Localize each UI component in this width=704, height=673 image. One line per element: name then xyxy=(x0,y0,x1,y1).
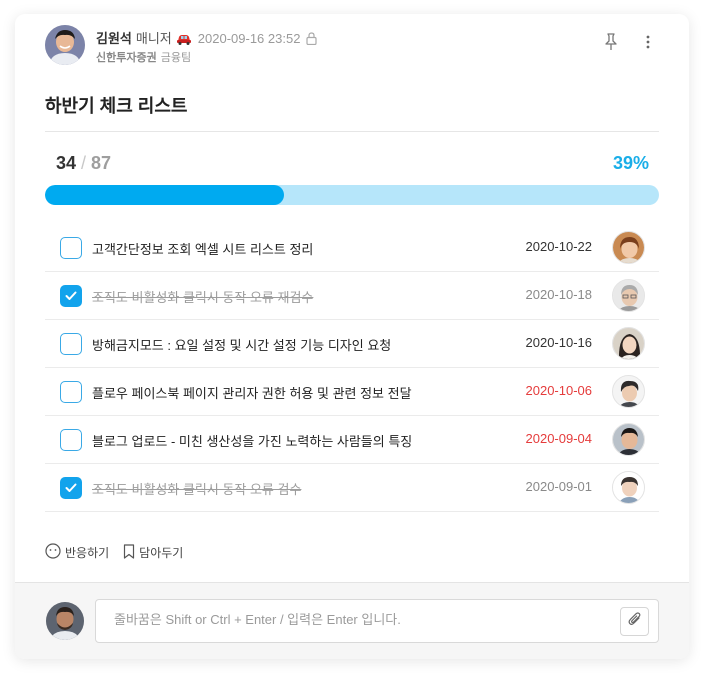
attach-button[interactable] xyxy=(620,607,649,636)
task-label[interactable]: 조직도 비활성화 클릭시 동작 오류 재검수 xyxy=(92,287,313,306)
task-date[interactable]: 2020-09-01 xyxy=(526,479,593,494)
assignee-avatar[interactable] xyxy=(612,375,645,408)
task-date[interactable]: 2020-10-18 xyxy=(526,287,593,302)
task-checkbox[interactable] xyxy=(60,429,82,451)
assignee-avatar[interactable] xyxy=(612,327,645,360)
task-date[interactable]: 2020-09-04 xyxy=(526,431,593,446)
task-item: 조직도 비활성화 클릭시 동작 오류 재검수 2020-10-18 xyxy=(45,272,659,320)
react-button[interactable]: 반응하기 xyxy=(45,543,109,562)
assignee-avatar[interactable] xyxy=(612,423,645,456)
divider xyxy=(45,131,659,132)
task-item: 고객간단정보 조회 엑셀 시트 리스트 정리 2020-10-22 xyxy=(45,224,659,272)
more-vertical-icon xyxy=(646,35,650,54)
task-label[interactable]: 방해금지모드 : 요일 설정 및 시간 설정 기능 디자인 요청 xyxy=(92,335,391,354)
task-label[interactable]: 블로그 업로드 - 미친 생산성을 가진 노력하는 사람들의 특징 xyxy=(92,431,412,450)
comment-box xyxy=(95,599,659,643)
company-line: 신한투자증권 금융팀 xyxy=(96,49,191,65)
post-actions: 반응하기 담아두기 xyxy=(45,543,183,562)
author-avatar[interactable] xyxy=(45,25,85,65)
progress-fill xyxy=(45,185,285,205)
car-icon xyxy=(176,33,192,48)
comment-input[interactable] xyxy=(114,612,594,627)
task-date[interactable]: 2020-10-06 xyxy=(526,383,593,398)
total-count: 87 xyxy=(91,153,112,173)
task-label[interactable]: 플로우 페이스북 페이지 관리자 권한 허용 및 관련 정보 전달 xyxy=(92,383,412,402)
paperclip-icon xyxy=(628,611,642,632)
task-item: 블로그 업로드 - 미친 생산성을 가진 노력하는 사람들의 특징 2020-0… xyxy=(45,416,659,464)
task-item: 조직도 비활성화 클릭시 동작 오류 검수 2020-09-01 xyxy=(45,464,659,512)
task-item: 방해금지모드 : 요일 설정 및 시간 설정 기능 디자인 요청 2020-10… xyxy=(45,320,659,368)
assignee-avatar[interactable] xyxy=(612,231,645,264)
task-checkbox[interactable] xyxy=(60,285,82,307)
bookmark-icon xyxy=(123,543,135,562)
post-header: 김원석 매니저 2020-09-16 23:52 신한투자증권 금융팀 xyxy=(45,25,661,67)
post-date: 2020-09-16 23:52 xyxy=(197,31,301,46)
react-label: 반응하기 xyxy=(65,546,110,560)
task-checkbox[interactable] xyxy=(60,333,82,355)
task-item: 플로우 페이스북 페이지 관리자 권한 허용 및 관련 정보 전달 2020-1… xyxy=(45,368,659,416)
task-list: 고객간단정보 조회 엑셀 시트 리스트 정리 2020-10-22 조직도 비활… xyxy=(45,224,659,512)
task-date[interactable]: 2020-10-22 xyxy=(526,239,593,254)
assignee-avatar[interactable] xyxy=(612,279,645,312)
pin-button[interactable] xyxy=(601,32,621,56)
author-role: 매니저 xyxy=(135,31,172,46)
bookmark-button[interactable]: 담아두기 xyxy=(123,543,183,562)
comment-area xyxy=(15,582,689,659)
task-label[interactable]: 조직도 비활성화 클릭시 동작 오류 검수 xyxy=(92,479,301,498)
author-line: 김원석 매니저 2020-09-16 23:52 xyxy=(96,28,318,48)
count-separator: / xyxy=(81,153,87,173)
pin-icon xyxy=(604,32,618,56)
task-checkbox[interactable] xyxy=(60,237,82,259)
post-card: 김원석 매니저 2020-09-16 23:52 신한투자증권 금융팀 하반기 체크 … xyxy=(15,14,689,659)
team-name: 금융팀 xyxy=(160,52,192,64)
author-name[interactable]: 김원석 xyxy=(96,31,132,46)
progress-percent: 39% xyxy=(612,153,649,173)
task-label[interactable]: 고객간단정보 조회 엑셀 시트 리스트 정리 xyxy=(92,239,313,258)
done-count: 34 xyxy=(56,153,77,173)
task-checkbox[interactable] xyxy=(60,381,82,403)
task-checkbox[interactable] xyxy=(60,477,82,499)
bookmark-label: 담아두기 xyxy=(139,546,184,560)
lock-icon xyxy=(306,32,318,48)
smile-icon xyxy=(45,543,61,562)
task-date[interactable]: 2020-10-16 xyxy=(526,335,593,350)
company-name: 신한투자증권 xyxy=(96,52,157,64)
my-avatar xyxy=(46,602,84,640)
more-button[interactable] xyxy=(639,33,657,55)
progress-bar xyxy=(45,185,659,205)
checklist-title: 하반기 체크 리스트 xyxy=(45,96,188,116)
assignee-avatar[interactable] xyxy=(612,471,645,504)
progress-count: 34/87 xyxy=(56,153,111,174)
